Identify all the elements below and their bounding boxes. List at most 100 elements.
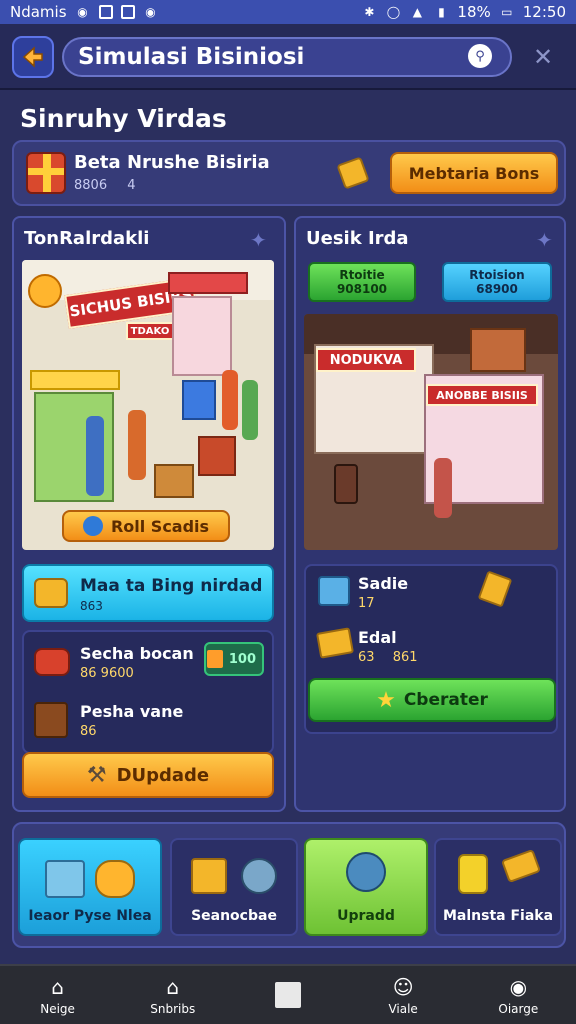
tile-label: Upradd — [337, 908, 395, 924]
store-sign: NODUKVA — [316, 348, 416, 372]
stat-title: Secha bocan — [80, 644, 194, 663]
books-icon — [318, 576, 350, 606]
business-action-button[interactable]: Mebtaria Bons — [390, 152, 558, 194]
signal-icon: ▮ — [438, 5, 445, 19]
stat-title: Edal — [358, 628, 397, 647]
eye-icon: ◉ — [145, 5, 156, 19]
shopper-figure — [86, 416, 104, 496]
arrow-left-icon — [22, 46, 43, 68]
status-bar: Ndamis ◉ ◉ ✱ ◯ ▲ ▮ 18% ▭ 12:50 — [0, 0, 576, 24]
revenue-chip-value: 68900 — [476, 282, 518, 296]
smiley-icon: ☺ — [392, 974, 414, 999]
shopper-figure — [242, 380, 258, 440]
shield-icon — [241, 858, 277, 894]
search-bar[interactable]: Simulasi Bisiniosi — [62, 37, 512, 77]
stat-value: 17 — [358, 596, 375, 611]
top-bar: Simulasi Bisiniosi ⚲ ✕ — [0, 24, 576, 90]
tile-upgrade[interactable]: Upradd — [304, 838, 428, 936]
business-value-number: 8806 — [74, 178, 108, 193]
stat-value-b: 861 — [392, 650, 418, 665]
pin-icon[interactable]: ✦ — [250, 228, 267, 252]
warehouse-scene-image[interactable]: NODUKVA ANOBBE BISIIS — [304, 314, 558, 550]
notification-square-icon — [98, 5, 113, 19]
upgrade-button[interactable]: ⚒ DUpdade — [22, 752, 274, 798]
business-name: Beta Nrushe Bisiria — [74, 152, 270, 173]
shop-small-sign: TDAKO — [126, 322, 174, 340]
nav-label: Neige — [40, 1001, 75, 1016]
alarm-icon: ◯ — [386, 5, 401, 19]
pin-icon[interactable]: ✦ — [536, 228, 553, 252]
upgrade-label: DUpdade — [116, 764, 210, 786]
bottom-nav: ⌂ Neige ⌂ Snbribs ☺ Viale ◉ Oiarge — [0, 964, 576, 1024]
profit-chip-label: Rtoitie — [339, 268, 385, 282]
tile-action[interactable]: Malnsta Fiaka — [434, 838, 562, 936]
worker-icon — [346, 852, 386, 892]
income-card-title: Maa ta Bing nirdad — [80, 576, 263, 596]
tile-icons — [191, 858, 277, 894]
stat-title: Sadie — [358, 574, 409, 593]
nav-home[interactable]: ⌂ Neige — [13, 975, 103, 1016]
shopper-figure — [222, 370, 238, 430]
stat-value: 86 9600 — [80, 666, 134, 681]
truck-icon — [34, 648, 70, 676]
yellow-awning — [30, 370, 120, 390]
bluetooth-icon: ✱ — [364, 5, 375, 19]
left-stats-box: Secha bocan 86 9600 100 Pesha vane 86 — [22, 630, 274, 754]
operate-button[interactable]: ★ Cberater — [308, 678, 556, 722]
status-right: ✱ ◯ ▲ ▮ 18% ▭ 12:50 — [361, 3, 566, 21]
status-left: Ndamis ◉ ◉ — [10, 3, 159, 21]
cash-register — [182, 380, 216, 420]
stock-badge: 100 — [204, 642, 264, 676]
store-icon: ⌂ — [166, 974, 180, 999]
shopkeeper-figure — [434, 458, 452, 518]
nav-profile[interactable]: ◉ Oiarge — [473, 975, 563, 1016]
nav-friends[interactable]: ☺ Viale — [358, 975, 448, 1016]
wifi-icon: ▲ — [412, 5, 423, 19]
sun-icon — [28, 274, 62, 308]
star-icon: ★ — [376, 687, 396, 713]
shop-shelf — [172, 296, 232, 376]
nav-center[interactable] — [243, 982, 333, 1008]
gold-bar-icon — [316, 627, 354, 659]
tile-action[interactable]: Seanocbae — [170, 838, 298, 936]
battery-level: 18% — [457, 3, 491, 21]
tile-label: Ieaor Pyse Nlea — [28, 908, 152, 924]
gold-bar-icon — [500, 848, 542, 884]
stat-value: 63 861 — [358, 650, 418, 665]
scene-action-label: Roll Scadis — [110, 516, 210, 536]
revenue-chip[interactable]: Rtoision 68900 — [442, 262, 552, 302]
business-strip[interactable]: Beta Nrushe Bisiria 8806 4 Mebtaria Bons — [12, 140, 566, 206]
carrier-name: Ndamis — [10, 3, 67, 21]
scene-action-button[interactable]: Roll Scadis — [62, 510, 230, 542]
nav-shop[interactable]: ⌂ Snbribs — [128, 975, 218, 1016]
right-business-panel: Uesik Irda ✦ Rtoitie 908100 Rtoision 689… — [294, 216, 566, 812]
store-sign-2: ANOBBE BISIIS — [426, 384, 538, 406]
crate-icon — [191, 858, 227, 894]
gift-box-icon — [26, 152, 66, 194]
tile-label: Malnsta Fiaka — [442, 908, 554, 924]
fruit-crate — [154, 464, 194, 498]
business-value-suffix: 4 — [127, 178, 136, 193]
tile-icons — [45, 860, 135, 898]
tile-action[interactable]: Ieaor Pyse Nlea — [18, 838, 162, 936]
stat-value: 86 — [80, 724, 97, 739]
back-button[interactable] — [12, 36, 54, 78]
clock-icon — [82, 516, 103, 536]
battery-icon: ▭ — [501, 5, 513, 19]
app-notification-icon: ◉ — [77, 5, 88, 19]
business-value: 8806 4 — [74, 178, 136, 193]
profit-chip-value: 908100 — [336, 282, 388, 296]
wrench-icon: ⚒ — [86, 762, 107, 788]
shopper-figure — [128, 410, 146, 480]
profit-chip[interactable]: Rtoitie 908100 — [308, 262, 416, 302]
store-scene-image[interactable]: SICHUS BISIBS TDAKO Roll Scadis — [22, 260, 274, 550]
search-icon[interactable]: ⚲ — [468, 44, 492, 68]
income-card[interactable]: Maa ta Bing nirdad 863 — [22, 564, 274, 622]
left-business-panel: TonRalrdakli ✦ SICHUS BISIBS TDAKO Roll … — [12, 216, 286, 812]
gallery-icon — [120, 5, 135, 19]
close-icon[interactable]: ✕ — [528, 42, 558, 72]
income-card-sub: 863 — [80, 599, 103, 613]
gold-bar-icon — [336, 156, 370, 190]
operate-label: Cberater — [403, 690, 488, 710]
left-panel-title: TonRalrdakli — [24, 228, 150, 249]
